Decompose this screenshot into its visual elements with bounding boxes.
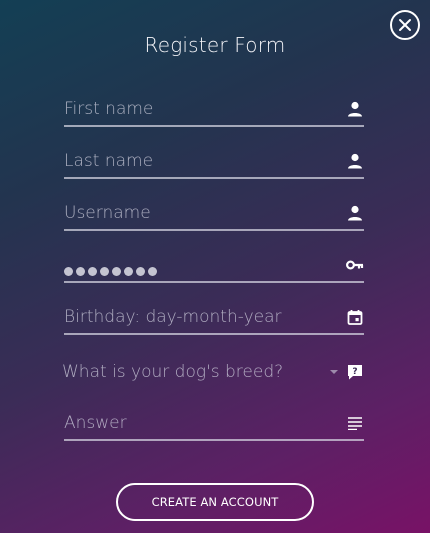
chevron-down-icon bbox=[330, 370, 338, 374]
username-input[interactable] bbox=[64, 200, 334, 226]
security-question-select[interactable]: What is your dog's breed? bbox=[62, 358, 338, 386]
calendar-icon bbox=[346, 308, 364, 326]
key-icon bbox=[346, 256, 364, 274]
person-icon bbox=[346, 100, 364, 118]
last-name-input[interactable] bbox=[64, 148, 334, 174]
birthday-field bbox=[64, 301, 364, 335]
create-account-button[interactable]: CREATE AN ACCOUNT bbox=[116, 483, 314, 521]
password-mask-dot bbox=[64, 267, 73, 276]
password-mask-dot bbox=[112, 267, 121, 276]
register-form-panel: Register Form What is bbox=[0, 0, 430, 533]
password-mask-dot bbox=[100, 267, 109, 276]
svg-text:?: ? bbox=[352, 367, 357, 377]
password-field[interactable] bbox=[64, 249, 364, 283]
password-mask-dot bbox=[76, 267, 85, 276]
last-name-field bbox=[64, 145, 364, 179]
first-name-input[interactable] bbox=[64, 96, 334, 122]
password-mask-dot bbox=[148, 267, 157, 276]
form-title: Register Form bbox=[144, 33, 286, 57]
password-mask-dot bbox=[136, 267, 145, 276]
person-icon bbox=[346, 152, 364, 170]
username-field bbox=[64, 197, 364, 231]
question-icon: ? bbox=[346, 363, 364, 381]
security-question-field: What is your dog's breed? ? bbox=[62, 354, 364, 388]
first-name-field bbox=[64, 93, 364, 127]
password-mask bbox=[64, 267, 157, 276]
answer-input[interactable] bbox=[64, 410, 334, 436]
birthday-input[interactable] bbox=[64, 304, 334, 330]
password-mask-dot bbox=[88, 267, 97, 276]
subject-lines-icon bbox=[346, 414, 364, 432]
password-mask-dot bbox=[124, 267, 133, 276]
answer-field bbox=[64, 407, 364, 441]
close-icon bbox=[398, 18, 412, 32]
person-icon bbox=[346, 204, 364, 222]
